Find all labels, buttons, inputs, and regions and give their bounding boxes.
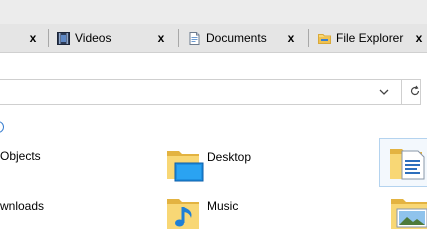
item-label: Objects [0, 149, 41, 163]
tab-partial[interactable]: x [0, 24, 48, 52]
folder-item-documents[interactable] [379, 138, 427, 187]
tab-documents[interactable]: Documents x [179, 24, 308, 52]
tab-label: File Explorer [336, 31, 404, 45]
video-icon [57, 31, 70, 45]
folder-item-music[interactable]: Music [207, 199, 238, 213]
tab-file-explorer[interactable]: File Explorer x [309, 24, 427, 52]
chevron-down-icon[interactable] [377, 85, 391, 99]
refresh-icon [409, 85, 421, 100]
tab-close-icon[interactable]: x [285, 31, 297, 45]
music-folder-icon[interactable] [165, 193, 205, 236]
refresh-button[interactable] [401, 79, 427, 105]
desktop-folder-icon[interactable] [165, 145, 205, 186]
item-label: wnloads [0, 199, 45, 213]
section-collapse-icon[interactable] [0, 121, 4, 133]
tab-videos[interactable]: Videos x [49, 24, 178, 52]
folder-item-desktop[interactable]: Desktop [207, 150, 251, 164]
item-label: Desktop [207, 150, 252, 164]
document-icon [188, 31, 201, 45]
tab-label: Documents [206, 31, 267, 45]
pictures-folder-icon[interactable] [389, 193, 427, 236]
tab-bar: x Videos x Documents x File Explorer x [0, 24, 427, 53]
documents-folder-icon [390, 149, 425, 180]
title-bar [0, 0, 427, 24]
item-label: Music [207, 199, 239, 213]
folder-icon [318, 32, 331, 45]
tab-close-icon[interactable]: x [155, 31, 167, 45]
folder-item-downloads[interactable]: wnloads [0, 199, 44, 213]
folder-item-3d-objects[interactable]: Objects [0, 149, 41, 163]
address-bar[interactable] [0, 79, 421, 105]
tab-close-icon[interactable]: x [413, 31, 425, 45]
tab-close-icon[interactable]: x [27, 31, 39, 45]
tab-label: Videos [75, 31, 112, 45]
